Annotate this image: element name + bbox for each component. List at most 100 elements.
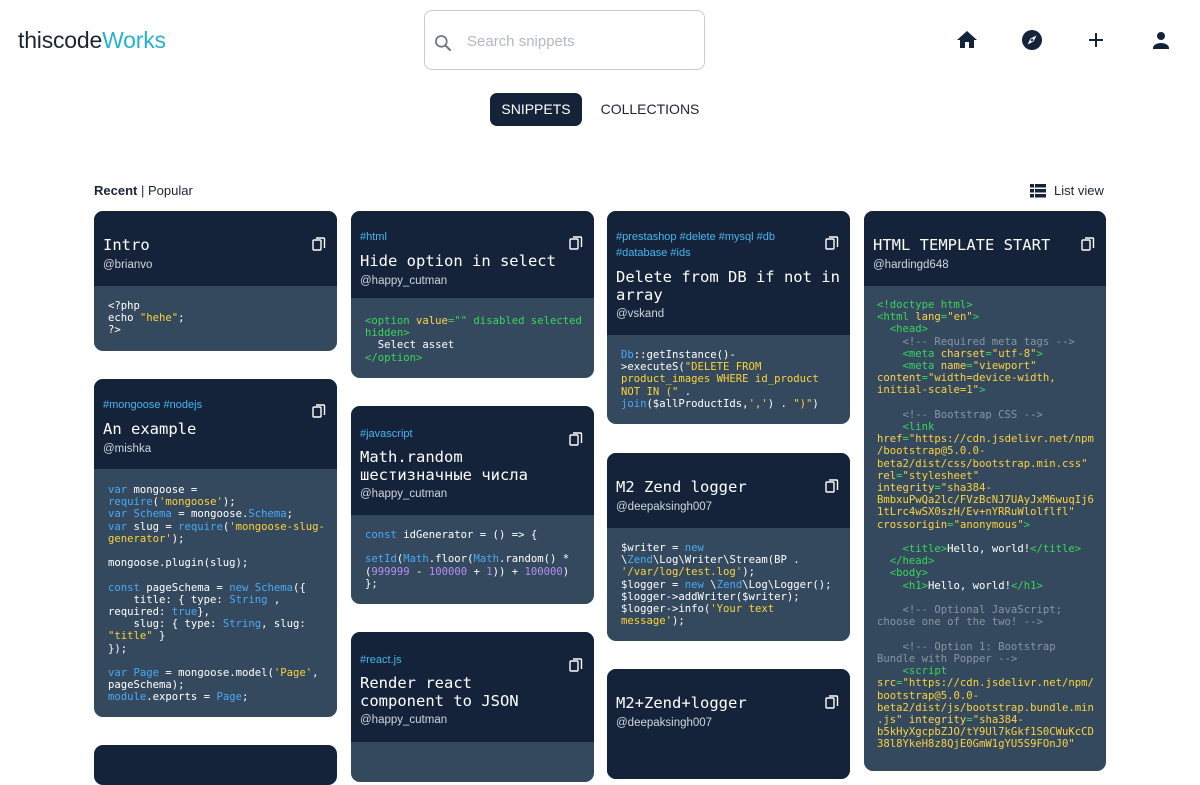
list-view-label: List view bbox=[1054, 183, 1104, 198]
code-token: ")" bbox=[793, 397, 813, 410]
site-logo[interactable]: thiscodeWorks bbox=[18, 27, 166, 54]
code-line: >executeS("DELETE FROM bbox=[621, 361, 819, 373]
code-token: content bbox=[877, 372, 922, 385]
card-author[interactable]: @happy_cutman bbox=[360, 488, 447, 500]
code-line: var slug = require('mongoose-slug- bbox=[108, 521, 325, 533]
code-token: <h1> bbox=[877, 579, 929, 592]
copy-icon[interactable] bbox=[825, 236, 839, 250]
code-token: 'mongoose' bbox=[159, 496, 223, 509]
code-token: beta2/dist/js/bootstrap.bundle.min bbox=[877, 701, 1094, 714]
copy-icon[interactable] bbox=[312, 404, 326, 418]
code-token: var bbox=[108, 484, 128, 496]
snippet-card[interactable]: M2+Zend+logger @deepaksingh007 bbox=[607, 669, 850, 779]
snippet-card[interactable]: Intro @brianvo <?php echo "hehe"; ?> bbox=[94, 211, 337, 351]
logo-text: thiscode bbox=[18, 27, 103, 53]
copy-icon[interactable] bbox=[569, 432, 583, 446]
card-author[interactable]: @mishka bbox=[103, 443, 151, 455]
snippet-card[interactable]: #react.js Render react component to JSON… bbox=[351, 632, 594, 782]
account-icon[interactable] bbox=[1149, 28, 1173, 52]
code-token: Hello, world! bbox=[947, 543, 1031, 556]
card-tags[interactable]: #react.js bbox=[360, 652, 550, 668]
code-line: crossorigin="anonymous"> bbox=[877, 519, 1094, 531]
card-tags[interactable]: #html bbox=[360, 229, 550, 245]
snippet-card[interactable]: #html Hide option in select @happy_cutma… bbox=[351, 211, 594, 378]
code-token: "en" bbox=[947, 311, 973, 324]
code-token: "viewport" bbox=[972, 360, 1037, 373]
tab-collections[interactable]: COLLECTIONS bbox=[592, 93, 708, 126]
copy-icon[interactable] bbox=[569, 236, 583, 250]
copy-icon[interactable] bbox=[1081, 237, 1095, 251]
card-author[interactable]: @deepaksingh007 bbox=[616, 717, 712, 729]
card-author[interactable]: @happy_cutman bbox=[360, 275, 447, 287]
code-line: /bootstrap@5.0.0- bbox=[877, 445, 1094, 457]
snippet-card[interactable]: #prestashop #delete #mysql #db #database… bbox=[607, 211, 850, 424]
snippet-card[interactable]: HTML TEMPLATE START @hardingd648 <!docty… bbox=[864, 211, 1106, 771]
copy-icon[interactable] bbox=[312, 237, 326, 251]
snippet-card[interactable] bbox=[94, 745, 337, 785]
code-line: 1tLrc4wSX0szH/Ev+nYRRuWlolflfl" bbox=[877, 506, 1094, 518]
code-line: <script bbox=[877, 665, 1094, 677]
card-header: HTML TEMPLATE START @hardingd648 bbox=[864, 211, 1106, 286]
code-token: ?> bbox=[108, 324, 121, 337]
code-token: <!-- Optional JavaScript; bbox=[877, 604, 1062, 617]
code-token: true bbox=[171, 606, 198, 619]
code-token: new bbox=[684, 578, 704, 591]
code-token: 100000 bbox=[428, 565, 468, 578]
code-token: = mongoose.model( bbox=[159, 667, 274, 680]
card-header: M2 Zend logger @deepaksingh007 bbox=[607, 453, 850, 528]
copy-icon[interactable] bbox=[825, 479, 839, 493]
code-line: $logger->addWriter($writer); bbox=[621, 591, 832, 603]
copy-icon[interactable] bbox=[825, 695, 839, 709]
search-box[interactable] bbox=[424, 10, 705, 70]
filter-popular[interactable]: Popular bbox=[148, 183, 193, 198]
card-author[interactable]: @happy_cutman bbox=[360, 714, 447, 726]
code-token: )) + bbox=[492, 565, 525, 578]
card-author[interactable]: @hardingd648 bbox=[873, 259, 949, 271]
card-author[interactable]: @brianvo bbox=[103, 259, 152, 271]
code-token: <body> bbox=[877, 567, 929, 580]
code-token: ) bbox=[812, 397, 819, 410]
code-token: .exports = bbox=[146, 691, 217, 704]
code-token: module bbox=[108, 691, 147, 704]
snippet-card[interactable]: #mongoose #nodejs An example @mishka var… bbox=[94, 379, 337, 717]
code-line: const pageSchema = new Schema({ bbox=[108, 582, 325, 594]
code-line: <link bbox=[877, 421, 1094, 433]
code-token: } bbox=[152, 630, 166, 643]
code-line: }; bbox=[365, 578, 569, 590]
card-tags[interactable]: #prestashop #delete #mysql #db #database… bbox=[616, 229, 806, 261]
code-line: initial-scale=1"> bbox=[877, 384, 1094, 396]
list-view-toggle[interactable]: List view bbox=[1030, 183, 1104, 198]
code-line: <?php bbox=[108, 300, 185, 312]
code-line: beta2/dist/css/bootstrap.min.css" bbox=[877, 458, 1094, 470]
plus-icon[interactable] bbox=[1084, 28, 1108, 52]
code-line: .js" integrity="sha384- bbox=[877, 714, 1094, 726]
code-token: "stylesheet" bbox=[902, 469, 980, 482]
code-token: \Log\Writer\Stream(BP . bbox=[652, 554, 800, 567]
tab-snippets[interactable]: SNIPPETS bbox=[490, 93, 582, 126]
explore-icon[interactable] bbox=[1020, 28, 1044, 52]
code-line: message'); bbox=[621, 615, 832, 627]
card-author[interactable]: @vskand bbox=[616, 308, 664, 320]
card-title: An example bbox=[103, 420, 197, 438]
code-token: generator' bbox=[108, 532, 172, 545]
home-icon[interactable] bbox=[955, 28, 979, 52]
card-tags[interactable]: #mongoose #nodejs bbox=[103, 397, 293, 413]
code-token: title: { type: bbox=[108, 593, 230, 606]
card-tags[interactable]: #javascript bbox=[360, 426, 550, 442]
snippet-card[interactable]: #javascript Math.random шестизначные чис… bbox=[351, 406, 594, 604]
code-token: Math bbox=[403, 553, 429, 566]
code-token: b5kHyXgcpbZJO/tY9Ul7kGkf1S0CWuKcCD bbox=[877, 726, 1094, 739]
code-line: title: { type: String , bbox=[108, 594, 325, 606]
code-token: idGenerator = () => { bbox=[396, 529, 538, 541]
code-line: require('mongoose'); bbox=[108, 496, 325, 508]
code-token: 'mongoose-slug- bbox=[229, 520, 325, 533]
card-author[interactable]: @deepaksingh007 bbox=[616, 501, 712, 513]
code-token: Schema bbox=[254, 581, 293, 594]
snippet-card[interactable]: M2 Zend logger @deepaksingh007 $writer =… bbox=[607, 453, 850, 641]
search-input[interactable] bbox=[467, 29, 692, 53]
copy-icon[interactable] bbox=[569, 658, 583, 672]
filter-recent[interactable]: Recent bbox=[94, 183, 137, 198]
